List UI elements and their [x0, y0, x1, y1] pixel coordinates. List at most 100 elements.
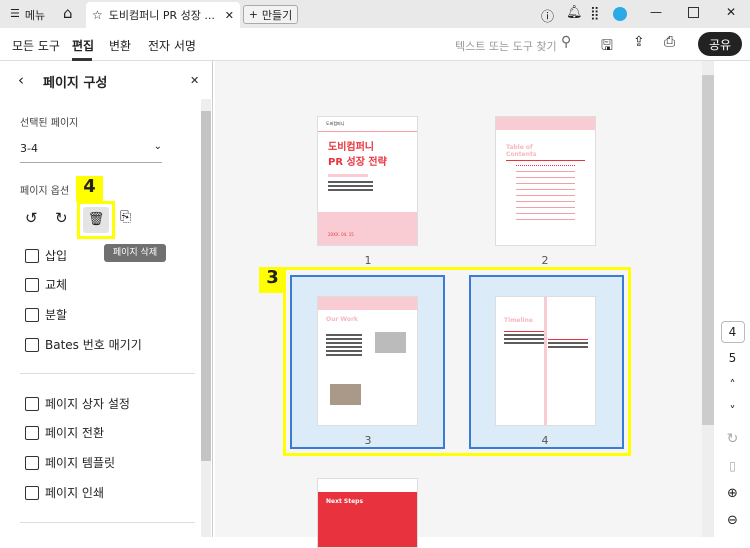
search-icon[interactable]: ⚲ — [561, 34, 571, 50]
close-panel-icon[interactable]: ✕ — [190, 74, 199, 87]
panel-title: 페이지 구성 — [43, 76, 108, 91]
next-page-icon[interactable]: ˅ — [715, 404, 750, 418]
tooltip: 페이지 삭제 — [104, 244, 166, 262]
split-item[interactable]: 분할 — [25, 306, 67, 323]
page-options-label: 페이지 옵션 — [20, 186, 70, 197]
menu-edit[interactable]: 편집 — [72, 37, 94, 54]
page-transition-item[interactable]: 페이지 전환 — [25, 424, 104, 441]
item-label: 페이지 템플릿 — [45, 456, 116, 470]
print-icon — [25, 485, 39, 500]
p3-title: Our Work — [326, 316, 358, 323]
item-label: 페이지 인쇄 — [45, 486, 105, 500]
bell-icon[interactable]: 🔔︎ — [566, 5, 583, 20]
page-number-1: 1 — [364, 254, 372, 267]
delete-page-button[interactable]: 🗑︎ — [83, 207, 109, 233]
replace-item[interactable]: 교체 — [25, 276, 67, 293]
menu-button[interactable]: ☰ 메뉴 — [10, 7, 45, 23]
minimize-icon[interactable]: — — [650, 5, 662, 19]
home-icon[interactable]: ⌂ — [63, 4, 73, 22]
refresh-icon[interactable]: ↻ — [715, 431, 750, 447]
panel-scrollbar[interactable] — [201, 99, 211, 537]
upload-cloud-icon[interactable]: ⇪ — [633, 34, 645, 50]
page-number-2: 2 — [541, 254, 549, 267]
divider — [20, 373, 195, 374]
page-thumbnail-1[interactable]: 도비컴퍼니 도비컴퍼니 PR 성장 전략 20XX. 04. 15 — [317, 116, 418, 246]
tool-search-input[interactable]: 텍스트 또는 도구 찾기 — [455, 38, 557, 54]
page-thumbnails-area: 도비컴퍼니 도비컴퍼니 PR 성장 전략 20XX. 04. 15 1 Table… — [215, 61, 702, 548]
close-window-icon[interactable]: ✕ — [726, 5, 736, 19]
page-thumbnail-2[interactable]: Table of Contents — [495, 116, 596, 246]
close-tab-icon[interactable]: ✕ — [225, 9, 234, 22]
organize-pages-panel: ‹ 페이지 구성 ✕ 선택된 페이지 3-4 ⌄ 페이지 옵션 4 ↺ ↻ 🗑︎… — [0, 61, 213, 537]
selected-pages-value: 3-4 — [20, 142, 38, 155]
page-box-item[interactable]: 페이지 상자 설정 — [25, 395, 130, 412]
photo — [375, 332, 406, 353]
item-label: 페이지 상자 설정 — [45, 397, 130, 411]
hamburger-icon: ☰ — [10, 7, 20, 20]
document-tab[interactable]: ☆ 도비컴퍼니 PR 성장 ... ✕ — [86, 2, 240, 28]
item-label: 페이지 전환 — [45, 426, 105, 440]
divider — [20, 522, 195, 523]
page-number-3: 3 — [364, 434, 372, 447]
toc-lines — [516, 165, 575, 225]
p1-title-2: PR 성장 전략 — [328, 157, 387, 168]
main-scrollbar[interactable] — [702, 61, 714, 537]
back-icon[interactable]: ‹ — [18, 71, 24, 89]
item-label: 삽입 — [45, 249, 68, 263]
p1-bar — [328, 174, 368, 177]
menu-convert[interactable]: 변환 — [109, 37, 131, 54]
extract-page-icon[interactable]: ⎘ — [120, 209, 131, 225]
photo — [330, 384, 361, 405]
p2-title: Table of Contents — [506, 144, 537, 158]
share-button[interactable]: 공유 — [698, 32, 742, 56]
star-icon: ☆ — [92, 8, 103, 22]
bates-icon — [25, 337, 39, 352]
chevron-down-icon: ⌄ — [153, 141, 162, 152]
previous-page-icon[interactable]: ˄ — [715, 378, 750, 392]
selected-pages-dropdown[interactable]: 3-4 ⌄ — [20, 141, 162, 163]
menu-e-sign[interactable]: 전자 서명 — [148, 37, 196, 54]
plus-icon: + — [248, 8, 258, 21]
print-icon[interactable]: ⎙ — [664, 34, 675, 50]
scroll-thumb[interactable] — [201, 111, 211, 461]
avatar[interactable] — [613, 7, 627, 21]
replace-page-icon — [25, 277, 39, 292]
p1-footer: 20XX. 04. 15 — [318, 212, 417, 245]
save-icon[interactable]: 🖫 — [601, 35, 613, 59]
rotate-left-icon[interactable]: ↺ — [25, 209, 38, 227]
page-template-item[interactable]: 페이지 템플릿 — [25, 454, 115, 471]
p5-title: Next Steps — [318, 492, 417, 547]
total-pages: 5 — [728, 351, 737, 365]
trash-icon: 🗑︎ — [87, 212, 105, 227]
menu-all-tools[interactable]: 모든 도구 — [12, 37, 60, 54]
print-page-item[interactable]: 페이지 인쇄 — [25, 484, 104, 501]
step-4-badge: 4 — [76, 176, 103, 202]
bates-item[interactable]: Bates 번호 매기기 — [25, 336, 142, 353]
step-3-badge: 3 — [259, 267, 286, 293]
transition-icon — [25, 425, 39, 440]
page-thumbnail-5[interactable]: Next Steps — [317, 478, 418, 548]
delete-highlight: 🗑︎ — [77, 201, 115, 239]
maximize-icon[interactable] — [688, 7, 699, 18]
scroll-thumb[interactable] — [702, 75, 714, 425]
current-page-input[interactable]: 4 — [720, 321, 745, 343]
new-label: 만들기 — [261, 8, 293, 22]
page-display-icon[interactable]: ▯ — [715, 459, 750, 473]
split-page-icon — [25, 307, 39, 322]
apps-grid-icon[interactable]: ⣿ — [590, 6, 600, 21]
page-thumbnail-4[interactable]: Timeline — [495, 296, 596, 426]
page-number-4: 4 — [541, 434, 549, 447]
selected-pages-label: 선택된 페이지 — [20, 118, 79, 129]
help-icon[interactable]: ⓘ — [541, 6, 554, 25]
item-label: 교체 — [45, 278, 68, 292]
zoom-in-icon[interactable]: ⊕ — [715, 486, 750, 501]
item-label: Bates 번호 매기기 — [45, 338, 142, 352]
rotate-right-icon[interactable]: ↻ — [55, 209, 68, 227]
insert-item[interactable]: 삽입 — [25, 247, 67, 264]
item-label: 분할 — [45, 308, 68, 322]
insert-page-icon — [25, 248, 39, 263]
new-button[interactable]: + 만들기 — [243, 5, 298, 24]
tab-title: 도비컴퍼니 PR 성장 ... — [108, 9, 215, 22]
zoom-out-icon[interactable]: ⊖ — [715, 513, 750, 528]
page-thumbnail-3[interactable]: Our Work — [317, 296, 418, 426]
